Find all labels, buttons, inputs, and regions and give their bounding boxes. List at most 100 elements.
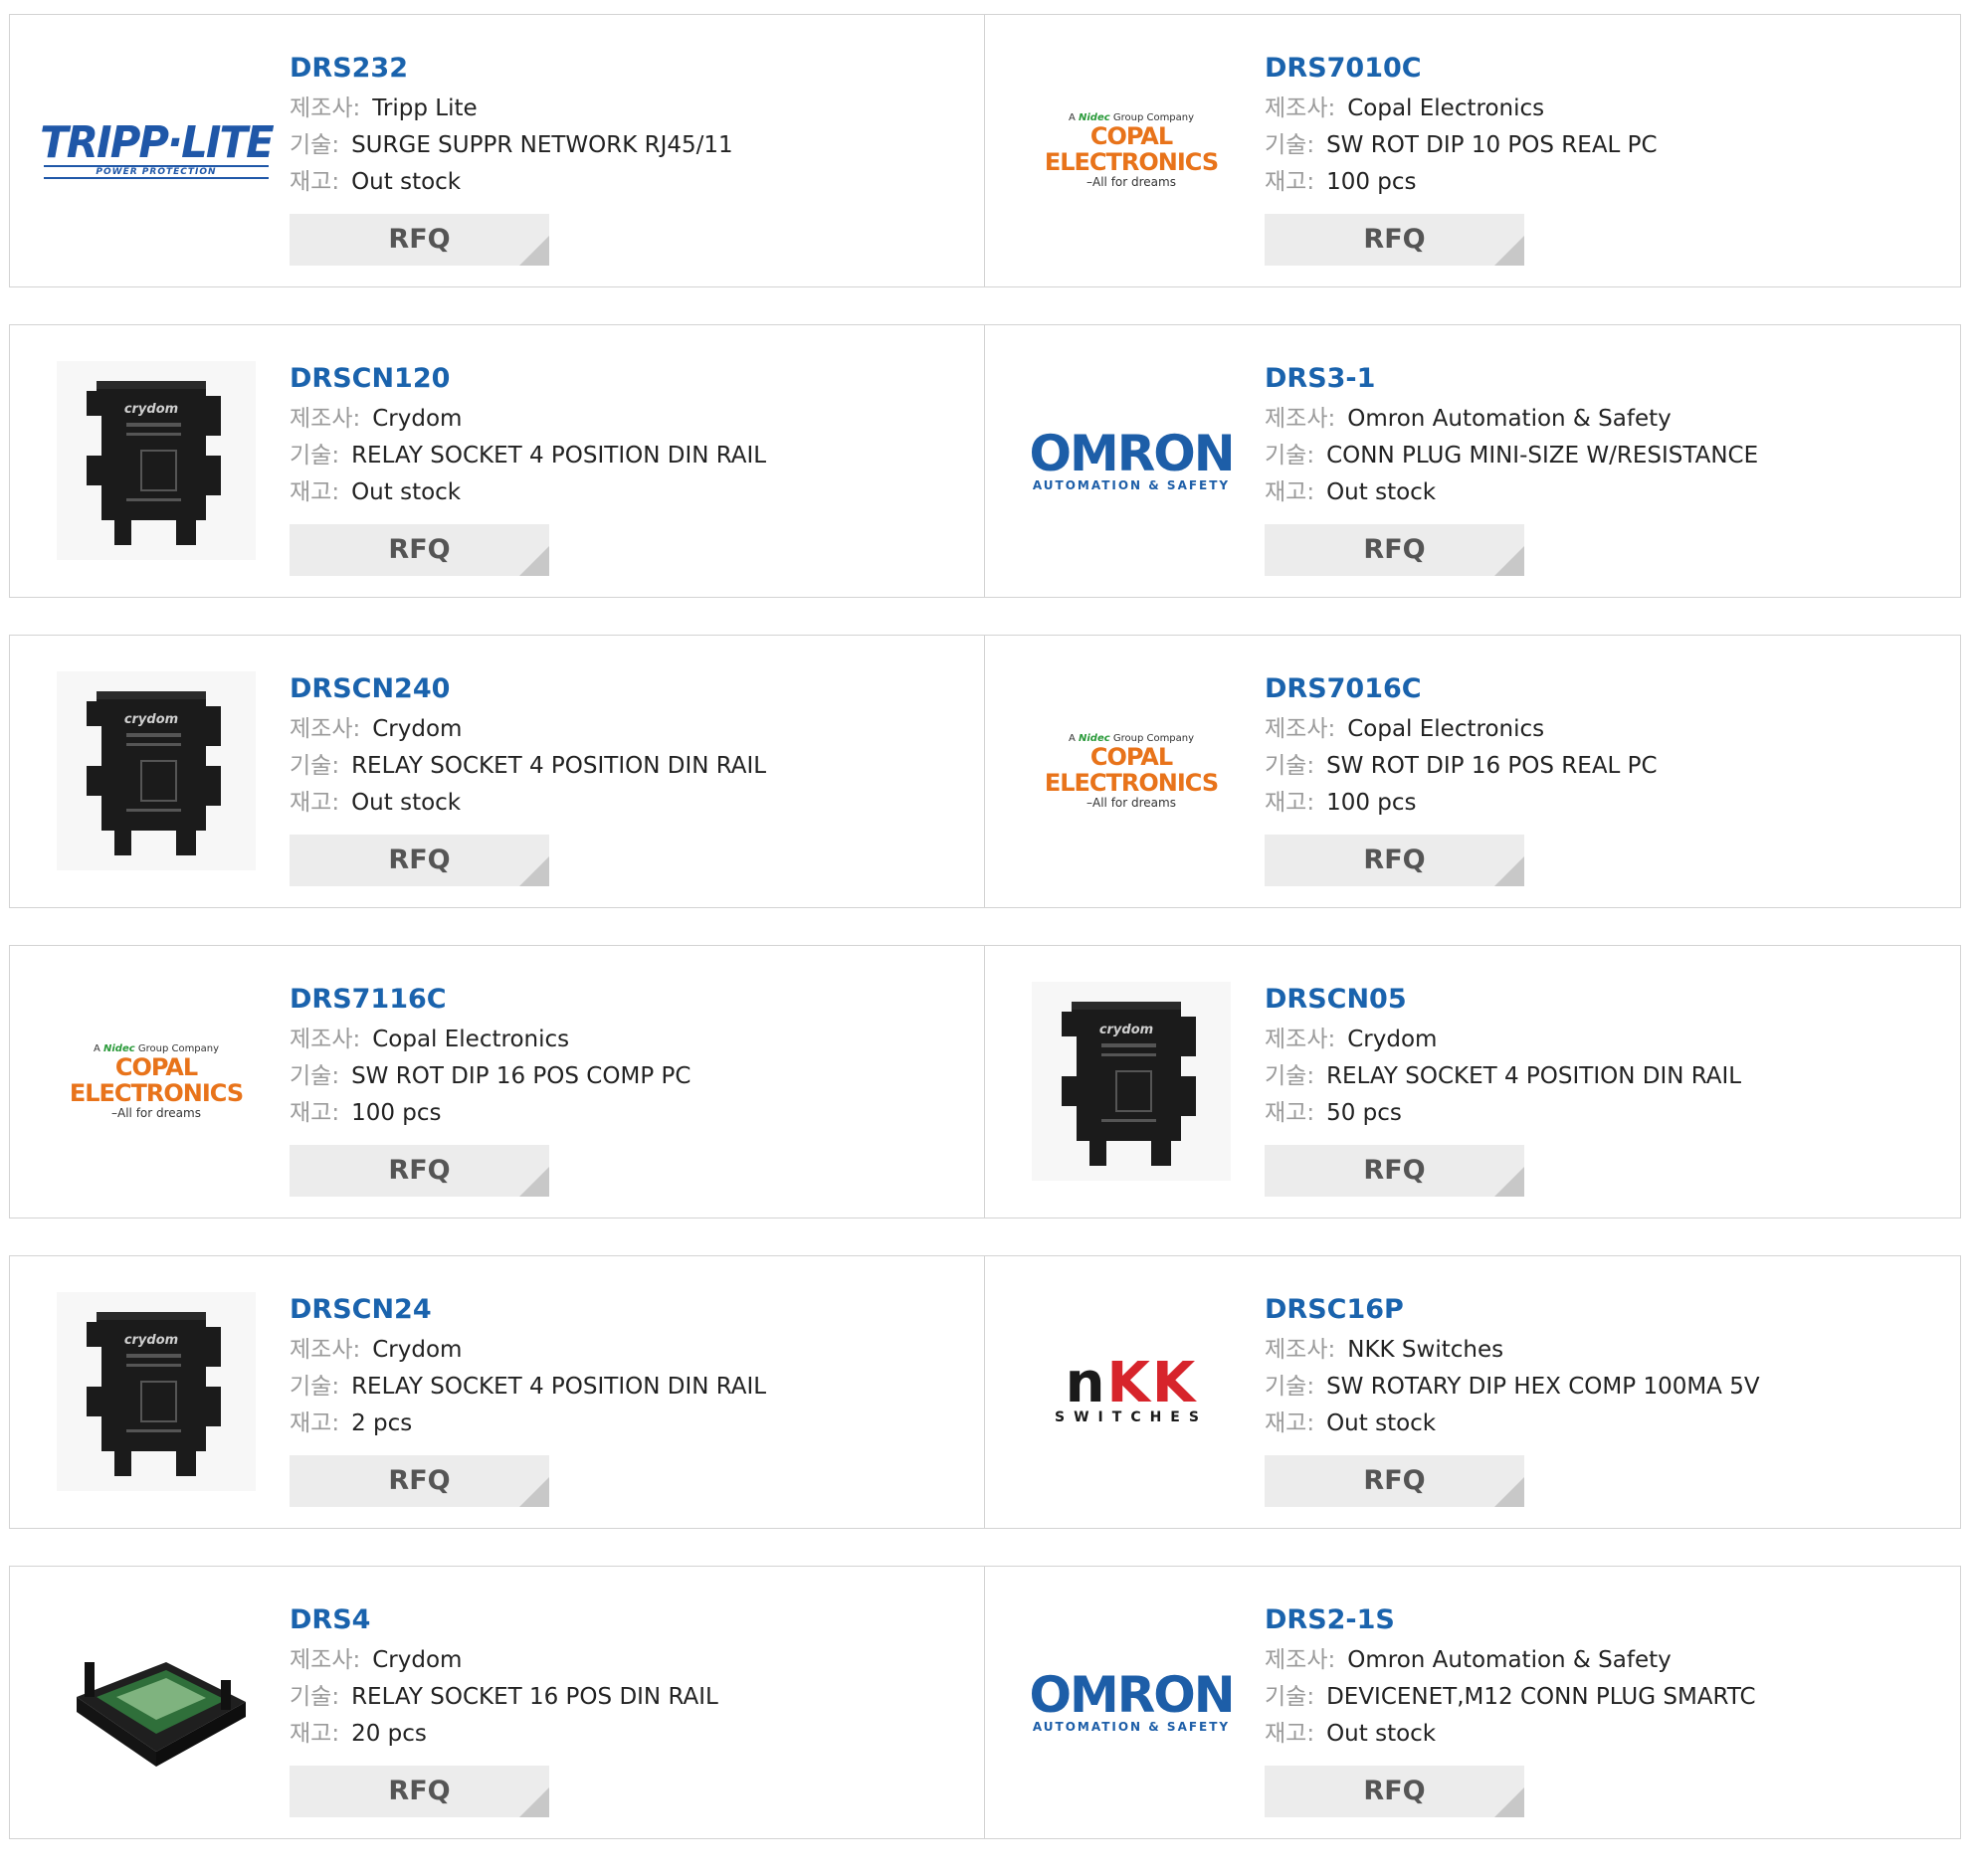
product-row: crydom DRSCN240 제조사: Crydom 기술: RELAY SOCK… bbox=[9, 635, 1961, 908]
manufacturer-logo[interactable]: A Nidec Group Company COPAL ELECTRONICS … bbox=[52, 982, 261, 1181]
manufacturer-logo[interactable]: nKK SWITCHES bbox=[1027, 1292, 1236, 1491]
stock-value: Out stock bbox=[1326, 479, 1437, 505]
rfq-button[interactable]: RFQ bbox=[1265, 835, 1524, 886]
copal-electronics-logo: A Nidec Group Company COPAL ELECTRONICS … bbox=[1027, 733, 1236, 810]
description-row: 기술: SW ROT DIP 16 POS COMP PC bbox=[290, 1058, 690, 1095]
manufacturer-row: 제조사: Crydom bbox=[290, 1332, 766, 1369]
part-number-link[interactable]: DRS232 bbox=[290, 47, 733, 91]
stock-row: 재고: Out stock bbox=[1265, 1406, 1760, 1442]
manufacturer-label: 제조사: bbox=[290, 1027, 361, 1052]
description-value: SW ROT DIP 10 POS REAL PC bbox=[1326, 132, 1658, 158]
product-row: A Nidec Group Company COPAL ELECTRONICS … bbox=[9, 945, 1961, 1219]
manufacturer-logo[interactable]: TRIPP·LITE POWER PROTECTION bbox=[40, 51, 275, 250]
manufacturer-value: Copal Electronics bbox=[372, 1027, 570, 1052]
rfq-button[interactable]: RFQ bbox=[1265, 214, 1524, 266]
manufacturer-logo[interactable]: crydom bbox=[52, 1292, 261, 1491]
description-label: 기술: bbox=[290, 753, 340, 779]
relay-socket-image: crydom bbox=[57, 671, 256, 870]
rfq-button[interactable]: RFQ bbox=[290, 214, 549, 266]
rfq-button[interactable]: RFQ bbox=[1265, 524, 1524, 576]
manufacturer-row: 제조사: Omron Automation & Safety bbox=[1265, 1642, 1756, 1679]
product-info: DRS232 제조사: Tripp Lite 기술: SURGE SUPPR NET… bbox=[290, 47, 733, 266]
omron-tagline: AUTOMATION & SAFETY bbox=[1032, 1720, 1231, 1734]
part-number-link[interactable]: DRSC16P bbox=[1265, 1288, 1760, 1332]
stock-label: 재고: bbox=[1265, 1721, 1315, 1747]
part-number-link[interactable]: DRS4 bbox=[290, 1598, 718, 1642]
manufacturer-value: Crydom bbox=[372, 716, 463, 742]
rfq-button[interactable]: RFQ bbox=[290, 524, 549, 576]
description-row: 기술: CONN PLUG MINI-SIZE W/RESISTANCE bbox=[1265, 438, 1758, 474]
corner-triangle-icon bbox=[519, 1787, 549, 1817]
part-number-link[interactable]: DRSCN05 bbox=[1265, 978, 1741, 1022]
manufacturer-logo[interactable]: crydom bbox=[1027, 982, 1236, 1181]
manufacturer-logo[interactable]: crydom bbox=[52, 671, 261, 870]
rfq-button-label: RFQ bbox=[1363, 1465, 1426, 1496]
manufacturer-row: 제조사: Copal Electronics bbox=[1265, 91, 1658, 127]
product-card: crydom DRSCN24 제조사: Crydom 기술: RELAY SOCKE… bbox=[10, 1256, 984, 1528]
stock-value: 20 pcs bbox=[351, 1721, 427, 1747]
stock-label: 재고: bbox=[290, 790, 340, 816]
manufacturer-logo[interactable]: OMRON AUTOMATION & SAFETY bbox=[1027, 1602, 1236, 1801]
product-card: A Nidec Group Company COPAL ELECTRONICS … bbox=[984, 15, 1960, 286]
rfq-button[interactable]: RFQ bbox=[1265, 1766, 1524, 1817]
stock-label: 재고: bbox=[290, 1410, 340, 1436]
copal-tagline: –All for dreams bbox=[111, 1105, 201, 1120]
rfq-button[interactable]: RFQ bbox=[1265, 1455, 1524, 1507]
stock-label: 재고: bbox=[1265, 479, 1315, 505]
manufacturer-label: 제조사: bbox=[1265, 1027, 1336, 1052]
description-value: RELAY SOCKET 4 POSITION DIN RAIL bbox=[351, 1374, 767, 1400]
manufacturer-value: Omron Automation & Safety bbox=[1347, 1647, 1672, 1673]
manufacturer-logo[interactable]: crydom bbox=[52, 361, 261, 560]
stock-row: 재고: Out stock bbox=[1265, 474, 1758, 511]
manufacturer-logo[interactable]: OMRON AUTOMATION & SAFETY bbox=[1027, 361, 1236, 560]
description-label: 기술: bbox=[1265, 1684, 1315, 1710]
manufacturer-logo[interactable]: A Nidec Group Company COPAL ELECTRONICS … bbox=[1027, 51, 1236, 250]
stock-row: 재고: Out stock bbox=[290, 474, 766, 511]
part-number-link[interactable]: DRSCN120 bbox=[290, 357, 766, 401]
part-number-link[interactable]: DRS2-1S bbox=[1265, 1598, 1756, 1642]
part-number-link[interactable]: DRS7016C bbox=[1265, 667, 1658, 711]
svg-text:crydom: crydom bbox=[124, 402, 178, 417]
product-info: DRS3-1 제조사: Omron Automation & Safety 기술:… bbox=[1265, 357, 1758, 576]
part-number-link[interactable]: DRSCN240 bbox=[290, 667, 766, 711]
manufacturer-value: Crydom bbox=[372, 1337, 463, 1363]
corner-triangle-icon bbox=[1494, 856, 1524, 886]
corner-triangle-icon bbox=[519, 1477, 549, 1507]
manufacturer-logo[interactable]: A Nidec Group Company COPAL ELECTRONICS … bbox=[1027, 671, 1236, 870]
description-value: SW ROT DIP 16 POS COMP PC bbox=[351, 1063, 691, 1089]
manufacturer-value: Tripp Lite bbox=[372, 95, 478, 121]
omron-logo: OMRON AUTOMATION & SAFETY bbox=[1029, 429, 1235, 492]
stock-value: Out stock bbox=[351, 790, 462, 816]
description-value: RELAY SOCKET 4 POSITION DIN RAIL bbox=[1326, 1063, 1742, 1089]
stock-row: 재고: 50 pcs bbox=[1265, 1095, 1741, 1132]
description-value: DEVICENET,M12 CONN PLUG SMARTC bbox=[1326, 1684, 1756, 1710]
part-number-link[interactable]: DRS7116C bbox=[290, 978, 690, 1022]
part-number-link[interactable]: DRS7010C bbox=[1265, 47, 1658, 91]
rfq-button[interactable]: RFQ bbox=[290, 1145, 549, 1197]
stock-value: 50 pcs bbox=[1326, 1100, 1402, 1126]
manufacturer-value: Crydom bbox=[372, 1647, 463, 1673]
omron-logo: OMRON AUTOMATION & SAFETY bbox=[1029, 1670, 1235, 1734]
nkk-tagline: SWITCHES bbox=[1055, 1409, 1208, 1425]
stock-label: 재고: bbox=[290, 1721, 340, 1747]
manufacturer-label: 제조사: bbox=[290, 1337, 361, 1363]
manufacturer-value: NKK Switches bbox=[1347, 1337, 1504, 1363]
rfq-button[interactable]: RFQ bbox=[290, 1766, 549, 1817]
stock-label: 재고: bbox=[290, 479, 340, 505]
stock-value: 100 pcs bbox=[351, 1100, 442, 1126]
part-number-link[interactable]: DRS3-1 bbox=[1265, 357, 1758, 401]
corner-triangle-icon bbox=[1494, 1167, 1524, 1197]
rfq-button[interactable]: RFQ bbox=[290, 835, 549, 886]
part-number-link[interactable]: DRSCN24 bbox=[290, 1288, 766, 1332]
manufacturer-value: Copal Electronics bbox=[1347, 95, 1545, 121]
svg-text:crydom: crydom bbox=[1099, 1023, 1153, 1037]
product-info: DRS7116C 제조사: Copal Electronics 기술: SW ROT… bbox=[290, 978, 690, 1197]
manufacturer-logo[interactable] bbox=[52, 1602, 261, 1801]
stock-label: 재고: bbox=[290, 169, 340, 195]
manufacturer-label: 제조사: bbox=[1265, 1337, 1336, 1363]
product-card: TRIPP·LITE POWER PROTECTION DRS232 제조사: T… bbox=[10, 15, 984, 286]
product-info: DRSCN05 제조사: Crydom 기술: RELAY SOCKET 4 POS… bbox=[1265, 978, 1741, 1197]
rfq-button[interactable]: RFQ bbox=[290, 1455, 549, 1507]
description-value: CONN PLUG MINI-SIZE W/RESISTANCE bbox=[1326, 443, 1759, 469]
rfq-button[interactable]: RFQ bbox=[1265, 1145, 1524, 1197]
